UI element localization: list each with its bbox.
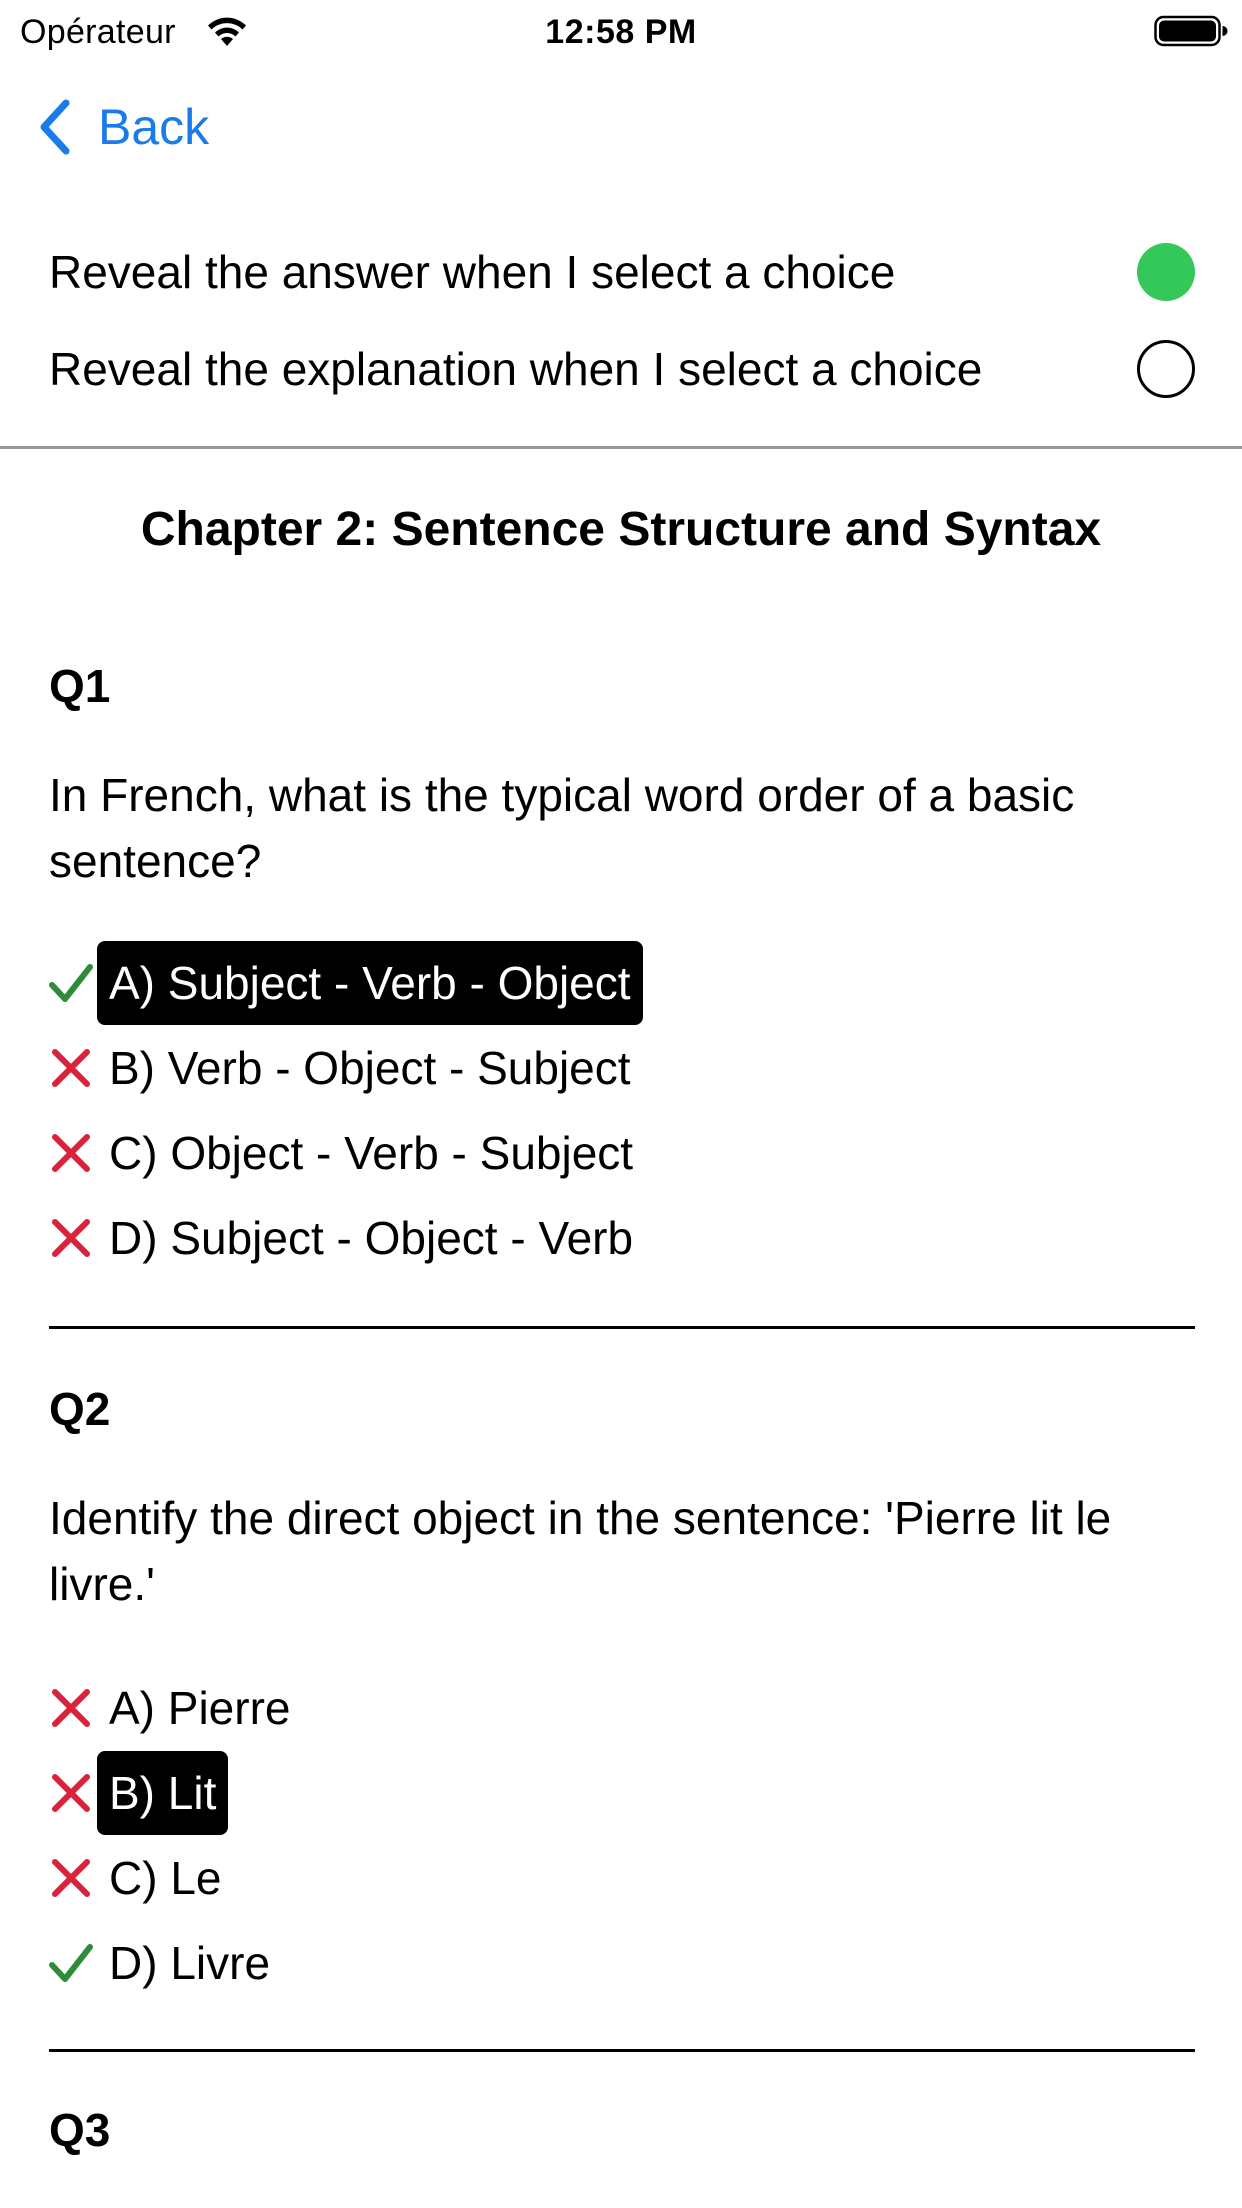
back-button[interactable]: Back [36, 92, 209, 162]
choice-label: D) Livre [109, 1936, 271, 1989]
choice-label: B) Lit [97, 1750, 229, 1835]
question-text: In French, what is the typical word orde… [49, 769, 1075, 887]
battery-icon [1154, 15, 1228, 47]
cross-icon [52, 1688, 90, 1727]
question-divider [49, 1326, 1195, 1329]
cross-icon [52, 1133, 90, 1172]
question-card: Q3 [49, 2100, 1195, 2208]
cross-icon [52, 1858, 90, 1897]
question-card: Q2 Identify the direct object in the sen… [49, 1379, 1195, 2053]
question-text: Identify the direct object in the senten… [49, 1492, 1112, 1610]
choice-c[interactable]: C) Object - Verb - Subject [49, 1110, 1195, 1195]
choice-label: C) Le [109, 1851, 222, 1904]
question-number: Q1 [49, 660, 111, 712]
status-bar: Opérateur 12:58 PM [0, 0, 1242, 64]
choice-label: D) Subject - Object - Verb [109, 1211, 634, 1264]
reveal-answer-toggle[interactable] [1137, 243, 1195, 301]
choice-d[interactable]: D) Subject - Object - Verb [49, 1195, 1195, 1280]
choice-list: A) Pierre B) Lit C) Le D) Livre [49, 1665, 1195, 2005]
choice-label: B) Verb - Object - Subject [109, 1041, 631, 1094]
cross-icon [52, 1048, 90, 1087]
choice-label: C) Object - Verb - Subject [109, 1126, 634, 1179]
choice-b[interactable]: B) Lit [49, 1750, 1195, 1835]
choice-a[interactable]: A) Subject - Verb - Object [49, 940, 1195, 1025]
choice-c[interactable]: C) Le [49, 1835, 1195, 1920]
setting-reveal-answer[interactable]: Reveal the answer when I select a choice [49, 232, 1195, 312]
check-icon [49, 963, 93, 1002]
choice-list: A) Subject - Verb - Object B) Verb - Obj… [49, 940, 1195, 1280]
choice-a[interactable]: A) Pierre [49, 1665, 1195, 1750]
check-icon [49, 1943, 93, 1982]
back-label: Back [98, 99, 210, 155]
choice-b[interactable]: B) Verb - Object - Subject [49, 1025, 1195, 1110]
cross-icon [52, 1218, 90, 1257]
cross-icon [52, 1773, 90, 1812]
choice-d[interactable]: D) Livre [49, 1920, 1195, 2005]
question-number: Q3 [49, 2104, 111, 2156]
setting-label: Reveal the explanation when I select a c… [49, 343, 983, 395]
question-divider [49, 2049, 1195, 2052]
clock: 12:58 PM [545, 13, 697, 51]
setting-reveal-explanation[interactable]: Reveal the explanation when I select a c… [49, 329, 1195, 409]
divider [0, 446, 1242, 449]
chevron-left-icon [40, 99, 70, 155]
question-number: Q2 [49, 1383, 111, 1435]
question-card: Q1 In French, what is the typical word o… [49, 656, 1195, 1330]
chapter-title: Chapter 2: Sentence Structure and Syntax [140, 503, 1102, 556]
setting-label: Reveal the answer when I select a choice [49, 246, 896, 298]
quiz-screen: Opérateur 12:58 PM Back Reveal the answe… [0, 0, 1242, 2208]
reveal-explanation-toggle[interactable] [1137, 340, 1195, 398]
choice-label: A) Pierre [109, 1681, 291, 1734]
choice-label: A) Subject - Verb - Object [97, 940, 643, 1025]
